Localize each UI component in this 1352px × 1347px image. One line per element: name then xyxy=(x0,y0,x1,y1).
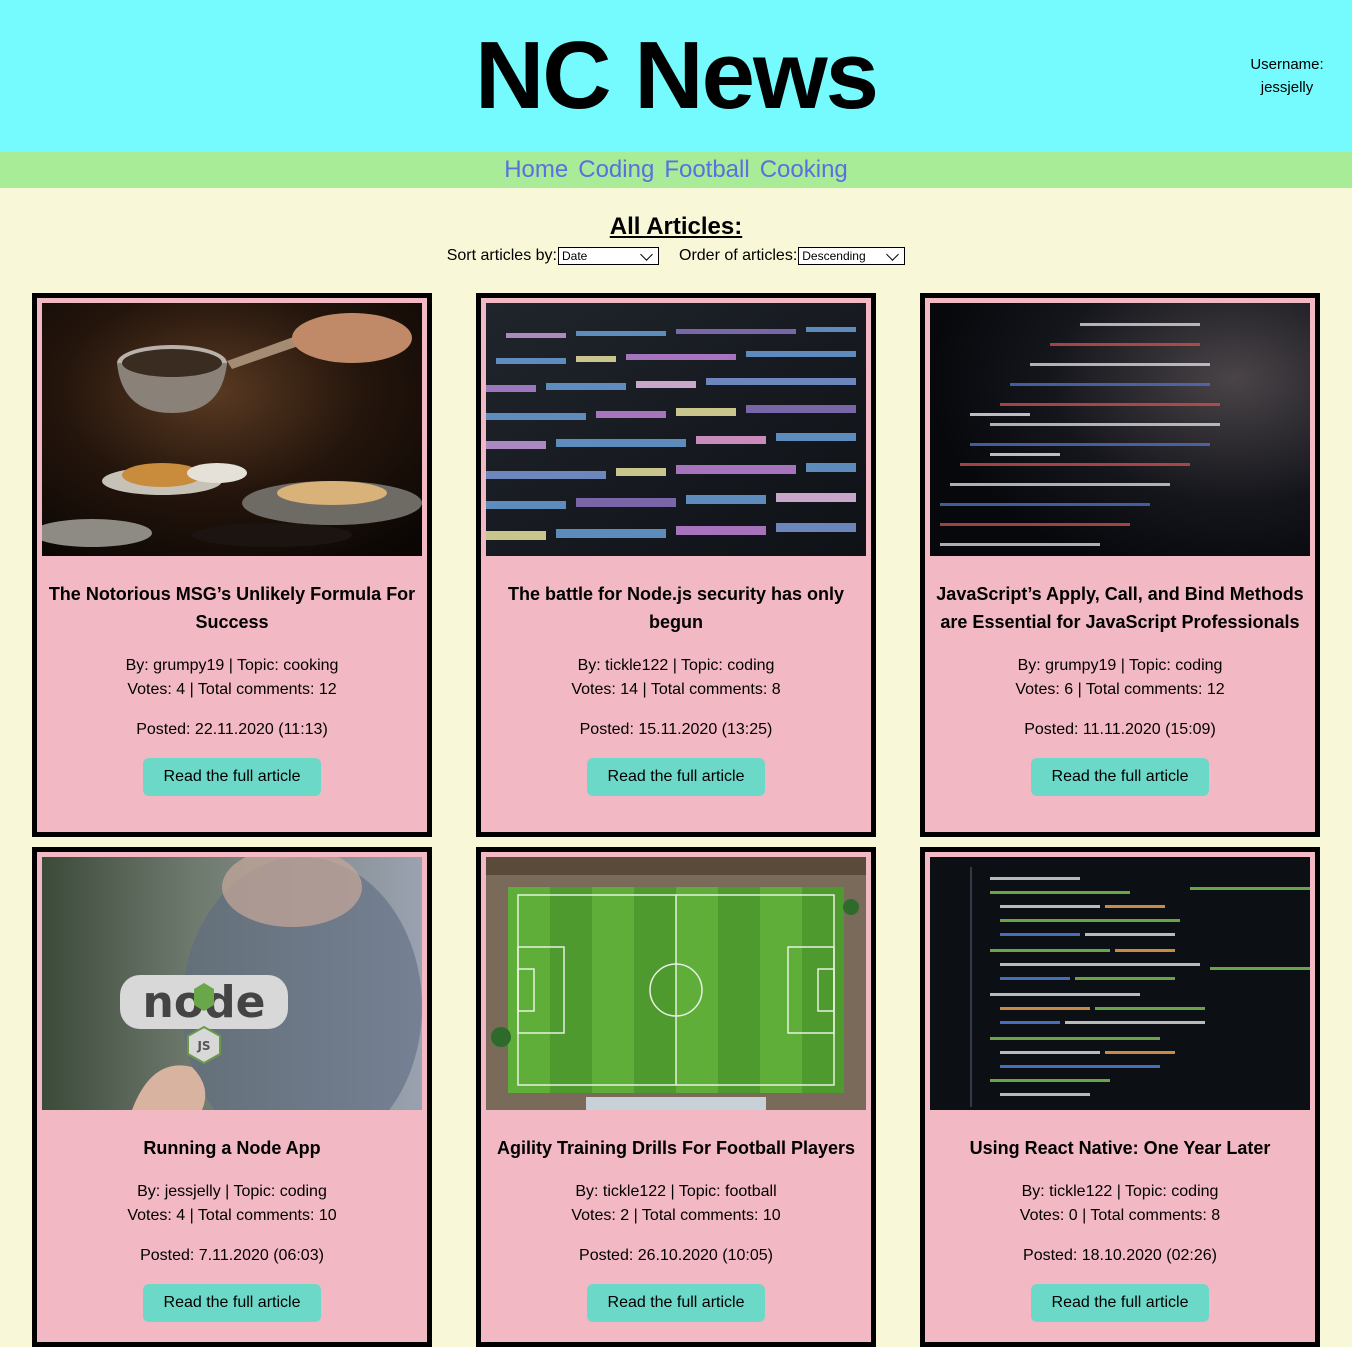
article-stats: Votes: 0 | Total comments: 8 xyxy=(1019,1207,1221,1224)
order-select-value: Descending xyxy=(802,249,866,263)
article-meta: By: tickle122 | Topic: football Votes: 2… xyxy=(486,1180,866,1228)
nav-link-football[interactable]: Football xyxy=(664,152,749,188)
code-dark-photo xyxy=(930,303,1310,556)
article-card: The Notorious MSG’s Unlikely Formula For… xyxy=(32,293,432,837)
username: jessjelly xyxy=(1260,79,1314,96)
read-article-button[interactable]: Read the full article xyxy=(586,1284,766,1322)
site-title: NC News xyxy=(474,22,879,129)
sort-select[interactable]: Date xyxy=(558,247,659,265)
nav-link-coding[interactable]: Coding xyxy=(578,152,654,188)
sort-label: Sort articles by: xyxy=(446,247,557,264)
nav-link-home[interactable]: Home xyxy=(504,152,568,188)
read-article-button[interactable]: Read the full article xyxy=(142,1284,322,1322)
topic-nav: Home Coding Football Cooking xyxy=(0,152,1352,188)
article-card: Using React Native: One Year Later By: t… xyxy=(920,847,1320,1347)
article-date: Posted: 7.11.2020 (06:03) xyxy=(140,1247,324,1264)
football-pitch-photo xyxy=(486,857,866,1110)
article-author-topic: By: tickle122 | Topic: coding xyxy=(1021,1183,1219,1200)
sort-controls: Sort articles by: Date Order of articles… xyxy=(0,246,1352,266)
article-title: Agility Training Drills For Football Pla… xyxy=(496,1138,856,1158)
code-editor-photo xyxy=(930,857,1310,1110)
article-stats: Votes: 2 | Total comments: 10 xyxy=(571,1207,781,1224)
article-stats: Votes: 6 | Total comments: 12 xyxy=(1015,681,1225,698)
read-article-button[interactable]: Read the full article xyxy=(142,758,322,796)
chevron-down-icon xyxy=(640,247,653,261)
article-title: JavaScript’s Apply, Call, and Bind Metho… xyxy=(936,584,1304,632)
article-author-topic: By: tickle122 | Topic: coding xyxy=(577,657,775,674)
article-meta: By: tickle122 | Topic: coding Votes: 14 … xyxy=(486,654,866,702)
article-title: The battle for Node.js security has only… xyxy=(507,584,845,632)
site-header: NC News Username: jessjelly xyxy=(0,0,1352,152)
username-label: Username: xyxy=(1250,56,1324,73)
article-title: Using React Native: One Year Later xyxy=(969,1138,1271,1158)
article-meta: By: jessjelly | Topic: coding Votes: 4 |… xyxy=(42,1180,422,1228)
article-stats: Votes: 4 | Total comments: 12 xyxy=(127,681,337,698)
user-info: Username: jessjelly xyxy=(1232,53,1342,99)
article-stats: Votes: 14 | Total comments: 8 xyxy=(571,681,781,698)
article-meta: By: tickle122 | Topic: coding Votes: 0 |… xyxy=(930,1180,1310,1228)
article-title: Running a Node App xyxy=(143,1138,321,1158)
article-author-topic: By: jessjelly | Topic: coding xyxy=(137,1183,327,1200)
article-card: JavaScript’s Apply, Call, and Bind Metho… xyxy=(920,293,1320,837)
article-meta: By: grumpy19 | Topic: coding Votes: 6 | … xyxy=(930,654,1310,702)
nav-link-cooking[interactable]: Cooking xyxy=(760,152,848,188)
article-meta: By: grumpy19 | Topic: cooking Votes: 4 |… xyxy=(42,654,422,702)
read-article-button[interactable]: Read the full article xyxy=(1030,758,1210,796)
cooking-photo xyxy=(42,303,422,556)
article-date: Posted: 11.11.2020 (15:09) xyxy=(1024,721,1216,738)
read-article-button[interactable]: Read the full article xyxy=(1030,1284,1210,1322)
chevron-down-icon xyxy=(886,247,900,261)
article-author-topic: By: grumpy19 | Topic: cooking xyxy=(125,657,339,674)
article-card: The battle for Node.js security has only… xyxy=(476,293,876,837)
article-date: Posted: 18.10.2020 (02:26) xyxy=(1023,1247,1217,1264)
article-author-topic: By: tickle122 | Topic: football xyxy=(575,1183,777,1200)
article-author-topic: By: grumpy19 | Topic: coding xyxy=(1017,657,1223,674)
order-select[interactable]: Descending xyxy=(798,247,906,265)
node-sticker-photo: node JS xyxy=(42,857,422,1110)
article-stats: Votes: 4 | Total comments: 10 xyxy=(127,1207,337,1224)
code-screen-photo xyxy=(486,303,866,556)
sort-select-value: Date xyxy=(562,249,588,263)
read-article-button[interactable]: Read the full article xyxy=(586,758,766,796)
page-title: All Articles: xyxy=(609,213,743,240)
article-date: Posted: 22.11.2020 (11:13) xyxy=(136,721,328,738)
article-card: Agility Training Drills For Football Pla… xyxy=(476,847,876,1347)
article-date: Posted: 26.10.2020 (10:05) xyxy=(579,1247,773,1264)
order-label: Order of articles: xyxy=(679,247,798,264)
svg-text:JS: JS xyxy=(196,1039,210,1053)
article-date: Posted: 15.11.2020 (13:25) xyxy=(579,721,773,738)
article-card: node JS Running a Node App By: jessjelly… xyxy=(32,847,432,1347)
article-title: The Notorious MSG’s Unlikely Formula For… xyxy=(48,584,416,632)
article-grid: The Notorious MSG’s Unlikely Formula For… xyxy=(32,293,1322,1347)
